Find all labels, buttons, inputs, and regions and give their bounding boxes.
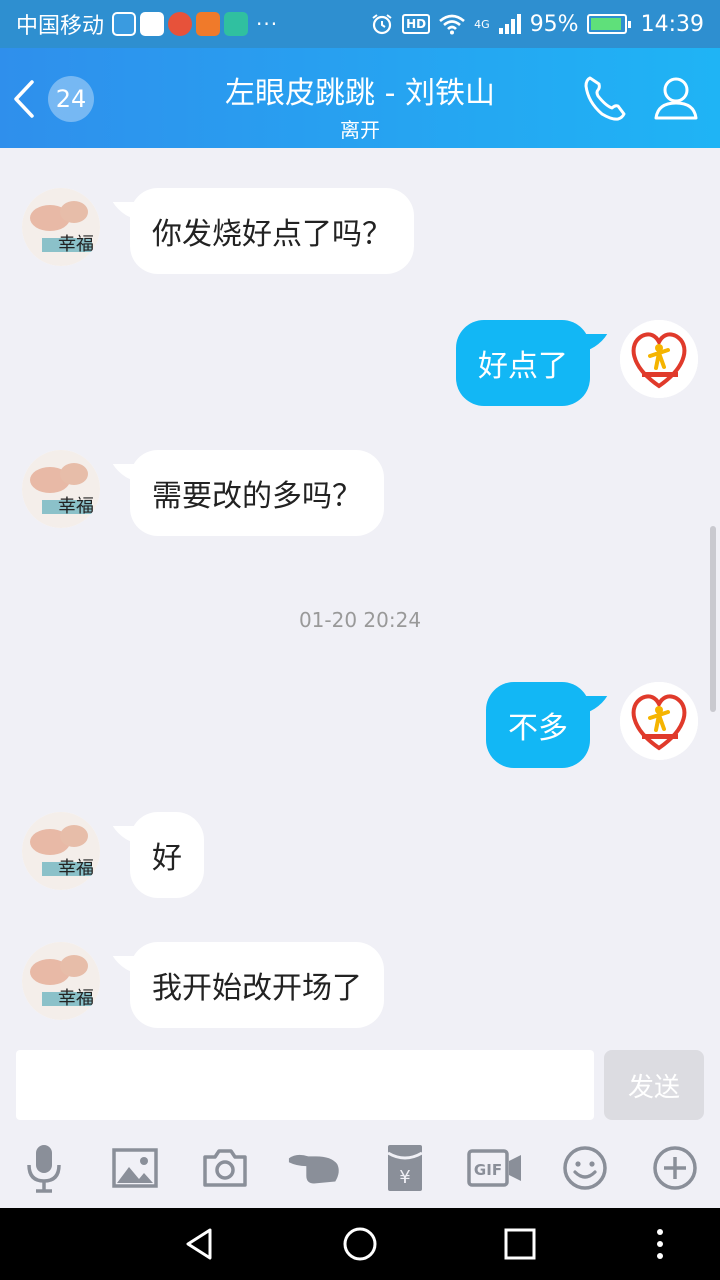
system-navigation-bar — [0, 1208, 720, 1280]
nav-back-icon[interactable] — [182, 1226, 218, 1262]
more-notifications-indicator: ··· — [256, 12, 279, 36]
microphone-icon — [27, 1145, 61, 1193]
svg-text:幸福: 幸福 — [58, 234, 94, 255]
heart-logo-icon — [620, 320, 698, 398]
message-timestamp: 01-20 20:24 — [298, 608, 422, 632]
message-input[interactable] — [16, 1050, 594, 1120]
message-input-bar: 发送 — [0, 1046, 720, 1128]
wifi-icon — [439, 14, 465, 35]
music-app-icon — [168, 12, 193, 36]
svg-text:GIF: GIF — [474, 1161, 502, 1179]
outgoing-message-bubble[interactable]: 不多 — [486, 682, 590, 768]
network-type: 4G — [474, 17, 490, 31]
svg-text:幸福: 幸福 — [58, 988, 94, 1009]
battery-icon — [586, 14, 631, 34]
send-button[interactable]: 发送 — [604, 1050, 704, 1120]
hands-photo-icon: 幸福 — [22, 450, 100, 528]
image-icon — [112, 1148, 158, 1188]
contact-avatar[interactable]: 幸福 — [22, 188, 100, 266]
camera-icon — [203, 1149, 247, 1187]
media-app-icon — [196, 12, 221, 36]
play-app-icon — [224, 12, 249, 36]
red-packet-icon: ¥ — [387, 1145, 423, 1191]
heart-logo-icon — [620, 682, 698, 760]
camera-button[interactable] — [197, 1140, 253, 1196]
hands-photo-icon: 幸福 — [22, 188, 100, 266]
my-avatar[interactable] — [620, 682, 698, 760]
contact-status: 离开 — [340, 118, 380, 142]
svg-text:¥: ¥ — [399, 1167, 410, 1188]
red-packet-button[interactable]: ¥ — [377, 1140, 433, 1196]
nav-menu-icon[interactable] — [642, 1226, 678, 1262]
photo-app-icon — [140, 12, 165, 36]
gif-icon: GIF — [467, 1149, 521, 1187]
clock: 14:39 — [640, 11, 704, 37]
emoji-button[interactable] — [557, 1140, 613, 1196]
contact-avatar[interactable]: 幸福 — [22, 942, 100, 1020]
incoming-message-bubble[interactable]: 我开始改开场了 — [130, 942, 384, 1028]
svg-text:幸福: 幸福 — [58, 496, 94, 517]
chevron-left-icon — [14, 80, 34, 118]
back-button[interactable]: 24 — [12, 74, 102, 124]
status-bar: 中国移动 ··· HD 4G 95% 14:39 — [0, 0, 720, 48]
voice-button[interactable] — [16, 1140, 72, 1196]
poke-hand-icon — [288, 1154, 339, 1184]
unread-count-badge: 24 — [48, 76, 94, 122]
incoming-message-bubble[interactable]: 好 — [130, 812, 204, 898]
carrier-name: 中国移动 — [16, 14, 105, 39]
battery-percentage: 95% — [529, 11, 579, 37]
my-avatar[interactable] — [620, 320, 698, 398]
video-app-icon — [112, 12, 137, 36]
hands-photo-icon: 幸福 — [22, 942, 100, 1020]
outgoing-message-bubble[interactable]: 好点了 — [456, 320, 590, 406]
poke-button[interactable] — [287, 1140, 343, 1196]
contact-avatar[interactable]: 幸福 — [22, 812, 100, 890]
hd-badge: HD — [402, 14, 431, 34]
photo-album-button[interactable] — [107, 1140, 163, 1196]
notification-app-icons — [112, 12, 249, 36]
gif-button[interactable]: GIF — [467, 1140, 523, 1196]
contact-profile-icon[interactable] — [650, 72, 702, 124]
incoming-message-bubble[interactable]: 你发烧好点了吗？ — [130, 188, 414, 274]
alarm-icon — [372, 14, 392, 35]
incoming-message-bubble[interactable]: 需要改的多吗？ — [130, 450, 384, 536]
nav-recents-icon[interactable] — [502, 1226, 538, 1262]
message-list[interactable]: 幸福 你发烧好点了吗？ 好点了 幸福 需要改的多吗？ 01-20 20:24 不… — [0, 148, 720, 1046]
hands-photo-icon: 幸福 — [22, 812, 100, 890]
contact-avatar[interactable]: 幸福 — [22, 450, 100, 528]
signal-icon — [498, 14, 521, 34]
svg-text:幸福: 幸福 — [58, 858, 94, 879]
more-actions-button[interactable] — [647, 1140, 703, 1196]
scrollbar[interactable] — [710, 526, 716, 712]
chat-title-area[interactable]: 左眼皮跳跳 - 刘铁山 离开 — [150, 68, 570, 143]
emoji-icon — [563, 1146, 607, 1190]
chat-header: 24 左眼皮跳跳 - 刘铁山 离开 — [0, 48, 720, 148]
chat-title: 左眼皮跳跳 - 刘铁山 — [225, 76, 495, 111]
plus-icon — [653, 1146, 697, 1190]
nav-home-icon[interactable] — [342, 1226, 378, 1262]
input-toolbar: ¥ GIF — [0, 1128, 720, 1208]
phone-call-icon[interactable] — [580, 72, 632, 124]
